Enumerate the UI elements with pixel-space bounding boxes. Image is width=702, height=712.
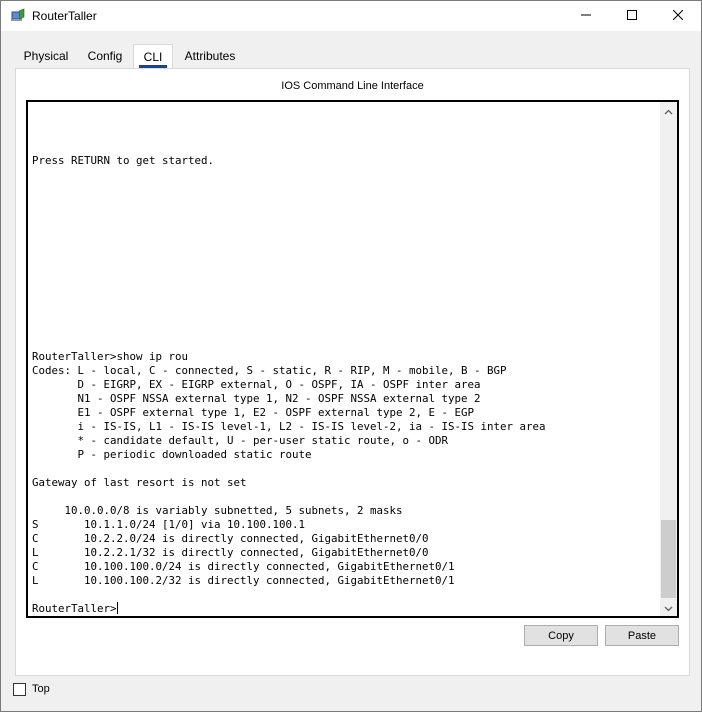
title-bar[interactable]: RouterTaller — [1, 1, 701, 31]
text-cursor — [116, 602, 118, 614]
maximize-button[interactable] — [609, 1, 655, 31]
minimize-button[interactable] — [563, 1, 609, 31]
terminal-line: S 10.1.1.0/24 [1/0] via 10.100.100.1 — [32, 518, 306, 531]
terminal-lines: Press RETURN to get started. RouterTalle… — [32, 154, 546, 587]
cli-panel: IOS Command Line Interface Press RETURN … — [15, 68, 690, 676]
close-button[interactable] — [655, 1, 701, 31]
scroll-down-button[interactable] — [660, 599, 677, 616]
terminal-line: Gateway of last resort is not set — [32, 476, 247, 489]
router-laptop-icon — [10, 8, 26, 24]
tab-physical[interactable]: Physical — [15, 44, 77, 68]
terminal-line: E1 - OSPF external type 1, E2 - OSPF ext… — [77, 406, 475, 419]
terminal-prompt: RouterTaller> — [32, 602, 117, 615]
vertical-scrollbar[interactable] — [660, 102, 677, 616]
scroll-up-button[interactable] — [660, 102, 677, 119]
paste-button[interactable]: Paste — [605, 625, 679, 646]
chevron-down-icon — [664, 601, 673, 615]
terminal-output[interactable]: Press RETURN to get started. RouterTalle… — [32, 154, 546, 616]
top-label: Top — [32, 683, 50, 695]
tab-cli-label: CLI — [143, 50, 163, 64]
terminal-line: i - IS-IS, L1 - IS-IS level-1, L2 - IS-I… — [77, 420, 546, 433]
terminal-line: RouterTaller>show ip rou — [32, 350, 189, 363]
cli-terminal[interactable]: Press RETURN to get started. RouterTalle… — [26, 100, 679, 618]
terminal-line: P - periodic downloaded static route — [77, 448, 312, 461]
terminal-line: Press RETURN to get started. — [32, 154, 215, 167]
tab-cli[interactable]: CLI — [133, 44, 173, 69]
chevron-up-icon — [664, 104, 673, 118]
terminal-line: N1 - OSPF NSSA external type 1, N2 - OSP… — [77, 392, 481, 405]
top-checkbox[interactable] — [13, 683, 26, 696]
router-window: RouterTaller Physical Config CLI Attribu… — [0, 0, 702, 712]
terminal-line: * - candidate default, U - per-user stat… — [77, 434, 449, 447]
maximize-icon — [627, 9, 637, 23]
terminal-line: 10.0.0.0/8 is variably subnetted, 5 subn… — [64, 504, 403, 517]
tab-attributes[interactable]: Attributes — [175, 44, 245, 68]
tab-config[interactable]: Config — [79, 44, 131, 68]
terminal-line: L 10.2.2.1/32 is directly connected, Gig… — [32, 546, 429, 559]
close-icon — [672, 9, 684, 23]
window-title: RouterTaller — [32, 9, 97, 23]
minimize-icon — [581, 9, 591, 23]
terminal-line: L 10.100.100.2/32 is directly connected,… — [32, 574, 455, 587]
terminal-line: C 10.2.2.0/24 is directly connected, Gig… — [32, 532, 429, 545]
terminal-line: Codes: L - local, C - connected, S - sta… — [32, 364, 507, 377]
panel-title: IOS Command Line Interface — [281, 80, 424, 92]
scroll-thumb[interactable] — [661, 520, 676, 598]
terminal-line: D - EIGRP, EX - EIGRP external, O - OSPF… — [77, 378, 481, 391]
terminal-line: C 10.100.100.0/24 is directly connected,… — [32, 560, 455, 573]
copy-button[interactable]: Copy — [524, 625, 598, 646]
